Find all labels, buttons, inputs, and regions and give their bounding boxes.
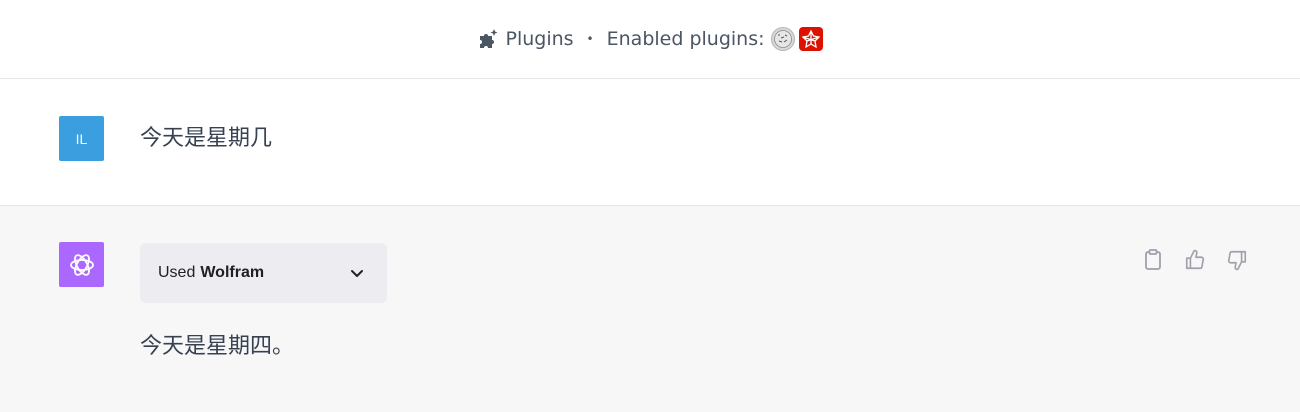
copy-icon[interactable] [1142,248,1164,272]
conversation-header: Plugins • Enabled plugins: [0,0,1300,79]
openai-logo-icon [69,253,94,276]
assistant-message-text: 今天是星期四。 [140,334,295,359]
plugin-used-name: Wolfram [200,264,265,281]
assistant-message-row: Used Wolfram 今天是星期四。 [0,206,1300,412]
user-avatar: IL [59,116,104,161]
thumbs-up-icon[interactable] [1184,248,1206,272]
separator-dot: • [586,32,594,46]
message-actions [1142,248,1248,272]
plugin-used-dropdown[interactable]: Used Wolfram [140,243,387,303]
wikipedia-globe-icon [770,27,795,51]
chevron-down-icon [349,265,365,281]
enabled-plugins-label: Enabled plugins: [606,28,765,50]
puzzle-piece-icon [477,28,499,50]
plugins-label: Plugins [505,28,574,50]
plugin-used-prefix: Used [158,264,196,281]
wolfram-spikey-icon [798,27,823,51]
assistant-avatar [59,242,104,287]
thumbs-down-icon[interactable] [1226,248,1248,272]
user-message-text: 今天是星期几 [140,126,273,151]
user-avatar-initials: IL [75,130,88,147]
user-message-row: IL 今天是星期几 [0,80,1300,206]
